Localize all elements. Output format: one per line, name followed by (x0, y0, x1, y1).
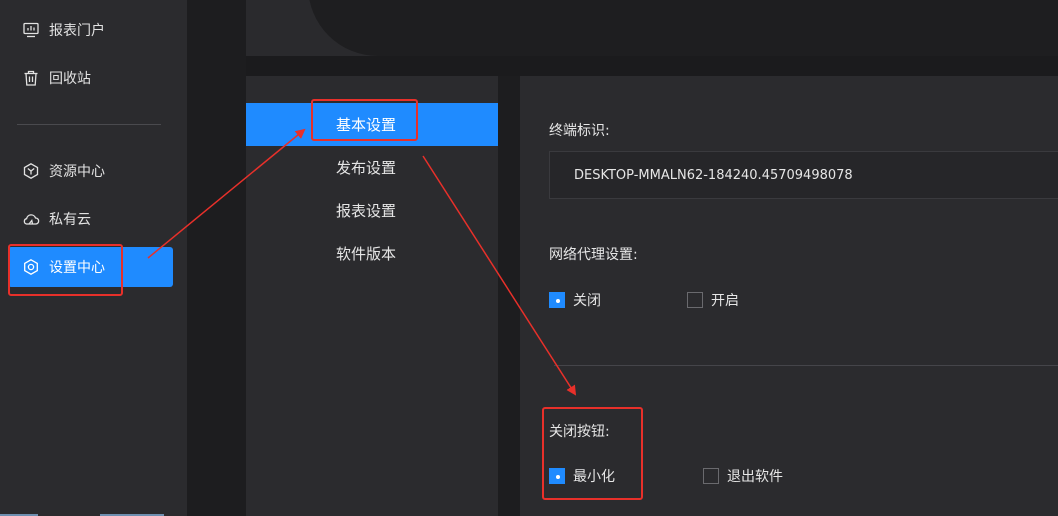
sidebar-item-resource-center[interactable]: 资源中心 (8, 151, 173, 191)
settings-menu-item-report[interactable]: 报表设置 (246, 189, 498, 232)
resource-center-icon (22, 162, 40, 180)
settings-menu: 基本设置 发布设置 报表设置 软件版本 (246, 76, 498, 516)
top-panel (246, 0, 1058, 56)
layout-gap (498, 76, 520, 516)
settings-menu-item-label: 报表设置 (336, 202, 397, 220)
sidebar: 报表门户 回收站 资源中心 私有云 设置中心 (0, 0, 187, 516)
terminal-id-value: DESKTOP-MMALN62-184240.45709498078 (574, 167, 853, 183)
proxy-on-checkbox[interactable] (687, 292, 703, 308)
section-divider (554, 365, 1058, 366)
proxy-off-checkbox[interactable] (549, 292, 565, 308)
gear-icon (22, 258, 40, 276)
settings-menu-item-version[interactable]: 软件版本 (246, 232, 498, 275)
basic-settings-panel: 终端标识: DESKTOP-MMALN62-184240.45709498078… (520, 76, 1058, 516)
settings-menu-item-basic[interactable]: 基本设置 (246, 103, 498, 146)
proxy-on-option[interactable]: 开启 (687, 290, 739, 310)
sidebar-item-label: 设置中心 (49, 260, 105, 276)
minimize-label: 最小化 (573, 469, 615, 485)
sidebar-bottom-strip (0, 512, 187, 516)
sidebar-item-report-portal[interactable]: 报表门户 (8, 10, 173, 50)
proxy-off-option[interactable]: 关闭 (549, 290, 601, 310)
sidebar-divider (17, 124, 161, 125)
sidebar-item-private-cloud[interactable]: 私有云 (8, 199, 173, 239)
sidebar-item-label: 回收站 (49, 71, 91, 87)
trash-icon (22, 69, 40, 87)
sidebar-item-label: 报表门户 (49, 23, 105, 39)
proxy-on-label: 开启 (711, 293, 739, 309)
exit-software-checkbox[interactable] (703, 468, 719, 484)
proxy-off-label: 关闭 (573, 293, 601, 309)
settings-menu-item-label: 发布设置 (336, 159, 397, 177)
sidebar-item-label: 资源中心 (49, 164, 105, 180)
settings-menu-item-label: 基本设置 (336, 116, 397, 134)
sidebar-item-settings-center[interactable]: 设置中心 (8, 247, 173, 287)
terminal-id-label: 终端标识: (549, 123, 610, 139)
proxy-settings-label: 网络代理设置: (549, 247, 638, 263)
terminal-id-field[interactable]: DESKTOP-MMALN62-184240.45709498078 (549, 151, 1058, 199)
sidebar-item-recycle-bin[interactable]: 回收站 (8, 58, 173, 98)
report-portal-icon (22, 21, 40, 39)
settings-menu-item-publish[interactable]: 发布设置 (246, 146, 498, 189)
exit-software-option[interactable]: 退出软件 (703, 466, 783, 486)
layout-gap (187, 0, 246, 516)
sidebar-item-label: 私有云 (49, 212, 91, 228)
top-panel-curve (308, 0, 1058, 56)
close-button-label: 关闭按钮: (549, 424, 610, 440)
minimize-option[interactable]: 最小化 (549, 466, 615, 486)
exit-software-label: 退出软件 (727, 469, 783, 485)
minimize-checkbox[interactable] (549, 468, 565, 484)
private-cloud-icon (22, 210, 40, 228)
settings-menu-item-label: 软件版本 (336, 245, 397, 263)
